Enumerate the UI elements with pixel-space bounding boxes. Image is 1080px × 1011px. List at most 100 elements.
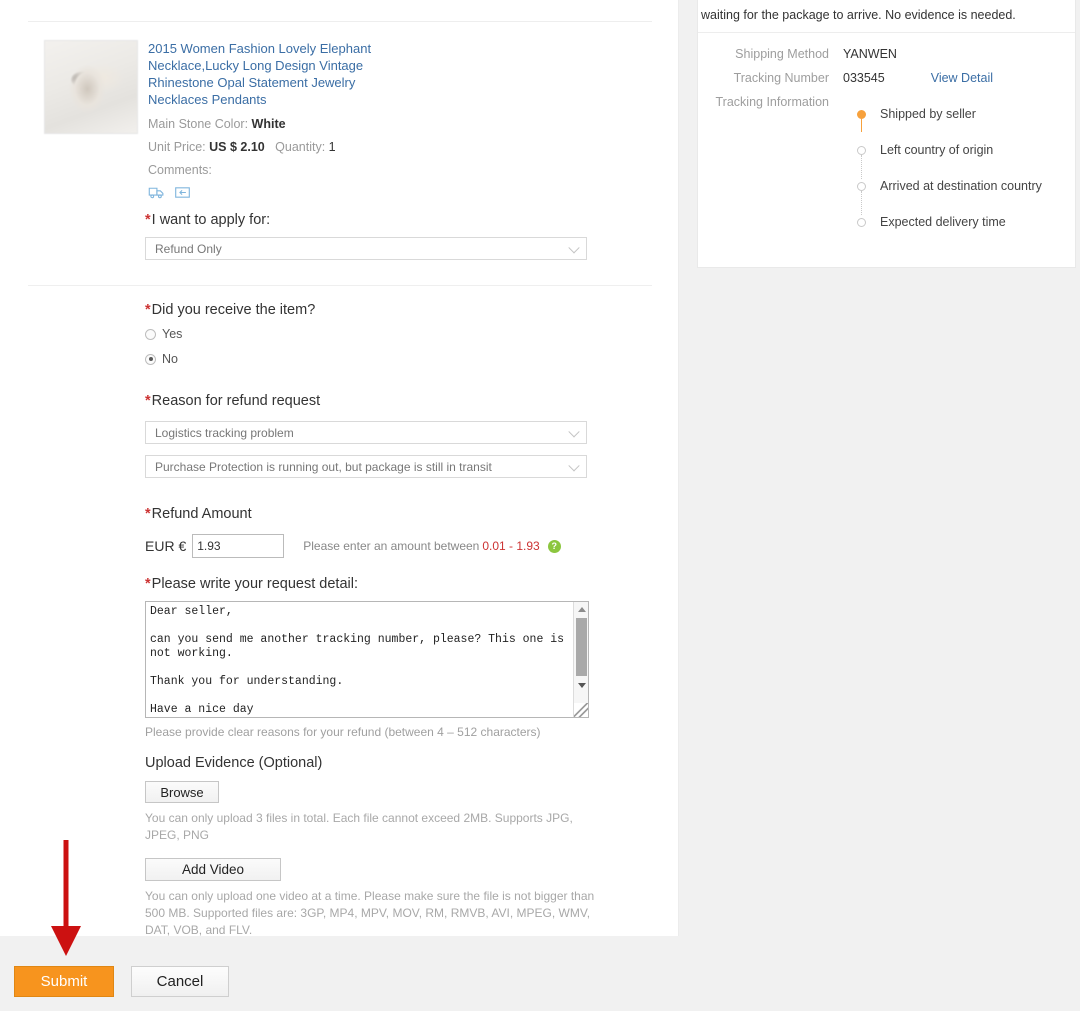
view-detail-link[interactable]: View Detail	[931, 71, 993, 85]
product-price-qty: Unit Price: US $ 2.10 Quantity: 1	[148, 140, 644, 154]
textarea-scrollbar[interactable]	[573, 602, 588, 717]
scroll-up-icon[interactable]	[574, 602, 589, 616]
radio-no-input[interactable]	[145, 353, 156, 365]
cancel-button[interactable]: Cancel	[131, 966, 229, 997]
page-root: 2015 Women Fashion Lovely Elephant Neckl…	[0, 0, 1080, 1011]
reason-label: *Reason for refund request	[145, 393, 587, 409]
radio-yes-label[interactable]: Yes	[162, 327, 182, 341]
timeline-label: Shipped by seller	[880, 107, 976, 121]
quantity-value: 1	[328, 140, 336, 154]
required-asterisk: *	[145, 393, 151, 409]
refund-amount-row: EUR € Please enter an amount between 0.0…	[145, 534, 561, 558]
timeline-dot-icon	[857, 146, 866, 155]
received-item-section: *Did you receive the item? Yes No	[145, 302, 315, 366]
refund-amount-hint: Please enter an amount between 0.01 - 1.…	[303, 539, 561, 553]
required-asterisk: *	[145, 506, 151, 522]
required-asterisk: *	[145, 212, 151, 228]
tracking-number-value: 033545	[843, 71, 885, 85]
refund-amount-label: *Refund Amount	[145, 506, 561, 522]
product-action-icons	[148, 185, 644, 200]
tracking-panel-note: waiting for the package to arrive. No ev…	[698, 0, 1075, 33]
apply-for-label: *I want to apply for:	[145, 212, 587, 228]
divider-top	[28, 21, 652, 22]
timeline-item: Left country of origin	[857, 143, 1075, 179]
timeline-label: Left country of origin	[880, 143, 994, 157]
reason-secondary-select[interactable]: Purchase Protection is running out, but …	[145, 455, 587, 478]
timeline-item: Arrived at destination country	[857, 179, 1075, 215]
help-icon[interactable]: ?	[547, 539, 561, 553]
tracking-panel: waiting for the package to arrive. No ev…	[697, 0, 1076, 268]
received-item-label: *Did you receive the item?	[145, 302, 315, 318]
shipping-method-label: Shipping Method	[735, 47, 829, 61]
radio-option-yes[interactable]: Yes	[145, 327, 315, 341]
unit-price-label: Unit Price:	[148, 140, 206, 154]
scroll-down-icon[interactable]	[574, 678, 589, 692]
form-footer: Submit Cancel	[0, 937, 679, 1011]
tracking-number-row: Tracking Number 033545 View Detail	[698, 71, 1075, 85]
request-detail-textarea-wrap: Dear seller, can you send me another tra…	[145, 601, 589, 718]
hint-range: 0.01 - 1.93	[482, 539, 540, 553]
request-detail-label: *Please write your request detail:	[145, 576, 589, 592]
upload-section: Upload Evidence (Optional) Browse You ca…	[145, 755, 597, 939]
reason-primary-value: Logistics tracking problem	[155, 425, 294, 440]
timeline-connector	[861, 155, 862, 179]
request-detail-hint: Please provide clear reasons for your re…	[145, 725, 541, 739]
timeline-label: Arrived at destination country	[880, 179, 1042, 193]
scrollbar-thumb[interactable]	[576, 618, 587, 676]
radio-no-label[interactable]: No	[162, 352, 178, 366]
request-detail-textarea[interactable]: Dear seller, can you send me another tra…	[145, 601, 589, 718]
request-detail-label-text: Please write your request detail:	[151, 576, 358, 592]
product-thumbnail[interactable]	[44, 40, 138, 134]
stone-color-label: Main Stone Color:	[148, 117, 249, 131]
upload-title: Upload Evidence (Optional)	[145, 755, 323, 771]
shipping-method-value: YANWEN	[843, 47, 897, 61]
product-comments-label: Comments:	[148, 163, 212, 177]
timeline-dot-icon	[857, 218, 866, 227]
product-stone-color: Main Stone Color: White	[148, 117, 644, 131]
product-title-link[interactable]: 2015 Women Fashion Lovely Elephant Neckl…	[148, 40, 416, 108]
reason-primary-select[interactable]: Logistics tracking problem	[145, 421, 587, 444]
reason-label-text: Reason for refund request	[151, 393, 321, 409]
cut-off-header-row	[28, 0, 652, 8]
timeline-connector	[861, 191, 862, 215]
radio-yes-input[interactable]	[145, 328, 156, 340]
refund-form-card: 2015 Women Fashion Lovely Elephant Neckl…	[0, 0, 679, 939]
required-asterisk: *	[145, 576, 151, 592]
quantity-label: Quantity:	[275, 140, 326, 154]
shipping-truck-icon[interactable]	[148, 185, 165, 200]
refund-amount-input[interactable]	[192, 534, 285, 558]
tracking-number-label: Tracking Number	[733, 71, 829, 85]
reason-section: *Reason for refund request Logistics tra…	[145, 393, 587, 478]
apply-for-select-value: Refund Only	[155, 241, 222, 256]
submit-button[interactable]: Submit	[14, 966, 114, 997]
apply-for-section: *I want to apply for: Refund Only	[145, 212, 587, 260]
stone-color-value: White	[251, 117, 286, 131]
apply-for-select[interactable]: Refund Only	[145, 237, 587, 260]
product-info: 2015 Women Fashion Lovely Elephant Neckl…	[148, 40, 644, 200]
timeline-dot-icon	[857, 110, 866, 119]
return-box-icon[interactable]	[174, 185, 191, 200]
browse-button[interactable]: Browse	[145, 781, 219, 803]
tracking-information-label: Tracking Information	[715, 95, 829, 109]
refund-amount-label-text: Refund Amount	[151, 506, 252, 522]
radio-option-no[interactable]: No	[145, 352, 315, 366]
hint-prefix: Please enter an amount between	[303, 539, 480, 553]
add-video-button[interactable]: Add Video	[145, 858, 281, 881]
tracking-number-extra: View Detail	[885, 71, 993, 85]
chevron-down-icon	[568, 425, 580, 437]
shipping-method-row: Shipping Method YANWEN	[698, 47, 1075, 61]
timeline-item: Expected delivery time	[857, 215, 1075, 251]
divider-apply-for	[28, 285, 652, 286]
required-asterisk: *	[145, 302, 151, 318]
unit-price-value: US $ 2.10	[209, 140, 265, 154]
browse-note: You can only upload 3 files in total. Ea…	[145, 811, 573, 842]
request-detail-section: *Please write your request detail: Dear …	[145, 576, 589, 739]
textarea-resize-handle[interactable]	[574, 703, 588, 717]
video-note: You can only upload one video at a time.…	[145, 889, 595, 937]
tracking-timeline: Shipped by seller Left country of origin…	[857, 107, 1075, 251]
currency-label: EUR €	[145, 538, 187, 554]
apply-for-label-text: I want to apply for:	[151, 212, 271, 228]
chevron-down-icon	[568, 241, 580, 253]
timeline-dot-icon	[857, 182, 866, 191]
timeline-connector	[861, 119, 862, 132]
